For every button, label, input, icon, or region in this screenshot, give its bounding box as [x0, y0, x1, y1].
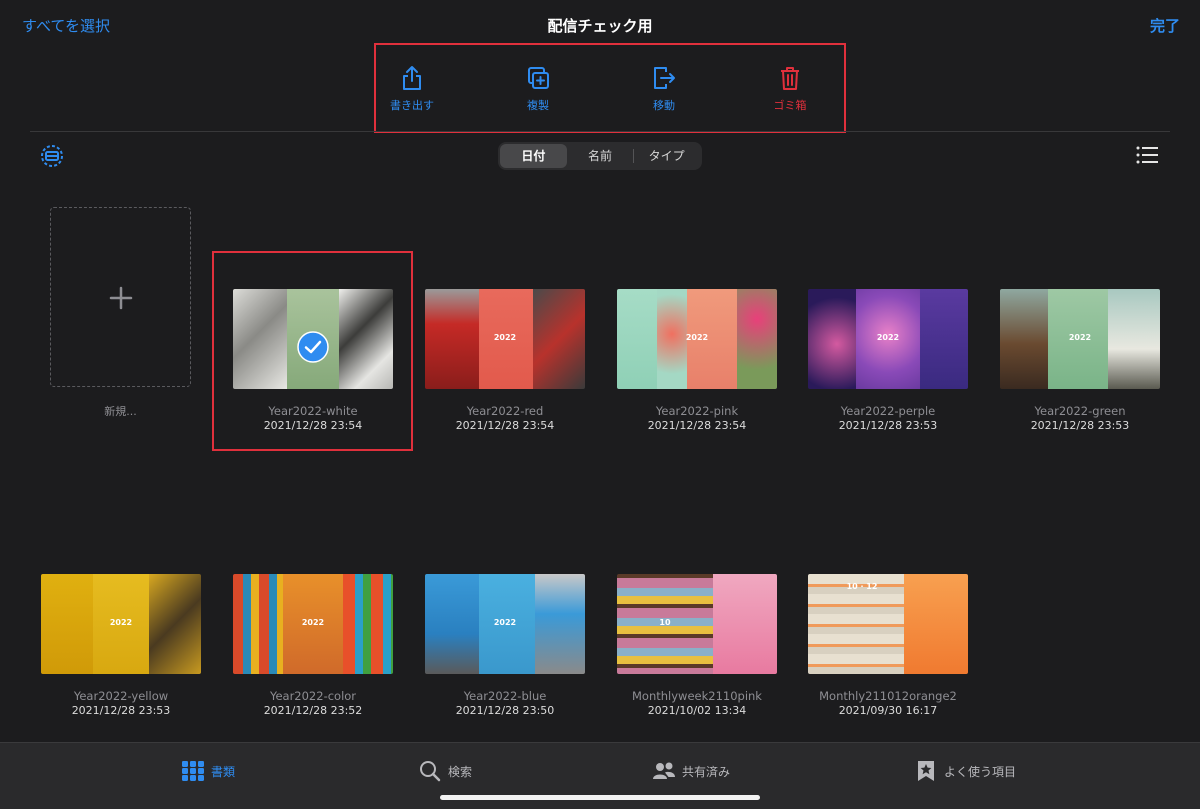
document-date: 2021/09/30 16:17 — [838, 704, 938, 717]
document-item[interactable]: 2022 Year2022-perple 2021/12/28 23:53 — [808, 289, 968, 432]
document-name: Year2022-perple — [840, 404, 936, 418]
document-thumbnail[interactable]: 2022 — [41, 574, 201, 674]
people-icon — [653, 762, 675, 779]
grid-icon — [182, 761, 204, 781]
document-name: Year2022-yellow — [73, 689, 169, 703]
document-item[interactable]: 10 Monthlyweek2110pink 2021/10/02 13:34 — [617, 574, 777, 717]
export-button[interactable]: 書き出す — [367, 65, 457, 113]
document-item[interactable]: 2022 Year2022-pink 2021/12/28 23:54 — [617, 289, 777, 432]
document-date: 2021/12/28 23:50 — [455, 704, 555, 717]
share-icon — [403, 66, 421, 90]
thumbnail-year: 2022 — [493, 618, 517, 627]
document-item[interactable]: 2022 Year2022-blue 2021/12/28 23:50 — [425, 574, 585, 717]
tab-documents-label: 書類 — [211, 764, 236, 779]
tab-shared[interactable]: 共有済み — [652, 760, 730, 782]
plus-icon — [109, 286, 133, 310]
document-date: 2021/12/28 23:53 — [838, 419, 938, 432]
thumbnail-year: 10 · 12 — [846, 582, 878, 591]
document-thumbnail[interactable]: 10 · 12 — [808, 574, 968, 674]
document-date: 2021/12/28 23:53 — [1030, 419, 1130, 432]
document-name: Year2022-color — [269, 689, 357, 703]
selection-action-toolbar: 書き出す 複製 移動 ゴミ箱 — [374, 43, 846, 133]
export-label: 書き出す — [390, 99, 434, 112]
document-name: Year2022-blue — [463, 689, 547, 703]
new-document-label: 新規... — [104, 405, 137, 418]
document-date: 2021/12/28 23:53 — [71, 704, 171, 717]
tab-search[interactable]: 検索 — [418, 760, 472, 782]
document-item[interactable]: 2022 Year2022-color 2021/12/28 23:52 — [233, 574, 393, 717]
document-date: 2021/12/28 23:54 — [455, 419, 555, 432]
bookmark-star-icon — [918, 761, 934, 781]
sort-by-name[interactable]: 名前 — [567, 144, 634, 168]
document-item[interactable]: 10 · 12 Monthly211012orange2 2021/09/30 … — [808, 574, 968, 717]
thumbnail-year: 2022 — [1068, 333, 1092, 342]
tab-documents[interactable]: 書類 — [181, 760, 235, 782]
trash-icon — [781, 67, 799, 90]
document-item[interactable]: 2022 Year2022-green 2021/12/28 23:53 — [1000, 289, 1160, 432]
document-item[interactable]: 2022 Year2022-red 2021/12/28 23:54 — [425, 289, 585, 432]
checkmark-icon — [297, 331, 329, 363]
tab-search-label: 検索 — [448, 764, 473, 779]
document-name: Monthlyweek2110pink — [632, 689, 762, 703]
thumbnail-year: 2022 — [685, 333, 709, 342]
thumbnail-year: 2022 — [301, 618, 325, 627]
duplicate-label: 複製 — [527, 99, 549, 112]
trash-label: ゴミ箱 — [773, 99, 807, 112]
move-button[interactable]: 移動 — [619, 65, 709, 113]
move-label: 移動 — [653, 99, 675, 112]
document-date: 2021/10/02 13:34 — [647, 704, 747, 717]
thumbnail-year: 10 — [659, 618, 671, 627]
thumbnail-year: 2022 — [109, 618, 133, 627]
document-date: 2021/12/28 23:52 — [263, 704, 363, 717]
search-icon — [420, 761, 441, 782]
document-thumbnail[interactable]: 2022 — [1000, 289, 1160, 389]
tab-favorites[interactable]: よく使う項目 — [914, 760, 1016, 782]
home-indicator — [440, 795, 760, 800]
document-thumbnail[interactable]: 2022 — [233, 574, 393, 674]
document-thumbnail[interactable]: 2022 — [617, 289, 777, 389]
tab-shared-label: 共有済み — [682, 764, 731, 779]
duplicate-icon — [528, 67, 549, 89]
move-icon — [654, 67, 675, 89]
trash-button[interactable]: ゴミ箱 — [745, 65, 835, 113]
document-date: 2021/12/28 23:54 — [647, 419, 747, 432]
document-name: Year2022-pink — [655, 404, 739, 418]
document-thumbnail[interactable]: 2022 — [425, 289, 585, 389]
sort-segmented-control: 日付 名前 タイプ — [498, 142, 702, 170]
done-button[interactable]: 完了 — [1150, 15, 1180, 36]
sort-by-date[interactable]: 日付 — [500, 144, 567, 168]
folder-title: 配信チェック用 — [547, 17, 653, 35]
list-view-icon[interactable] — [1136, 146, 1158, 164]
document-thumbnail[interactable]: 10 — [617, 574, 777, 674]
document-name: Monthly211012orange2 — [819, 689, 957, 703]
tab-favorites-label: よく使う項目 — [944, 764, 1017, 779]
document-name: Year2022-green — [1034, 404, 1126, 418]
duplicate-button[interactable]: 複製 — [493, 65, 583, 113]
thumbnail-year: 2022 — [876, 333, 900, 342]
scan-icon[interactable] — [40, 144, 64, 168]
document-thumbnail[interactable]: 2022 — [808, 289, 968, 389]
new-document-button[interactable] — [50, 207, 191, 387]
header-divider — [30, 131, 1170, 132]
thumbnail-year: 2022 — [493, 333, 517, 342]
document-thumbnail[interactable]: 2022 — [425, 574, 585, 674]
document-item[interactable]: 2022 Year2022-yellow 2021/12/28 23:53 — [41, 574, 201, 717]
sort-by-type[interactable]: タイプ — [633, 144, 700, 168]
document-name: Year2022-red — [466, 404, 544, 418]
